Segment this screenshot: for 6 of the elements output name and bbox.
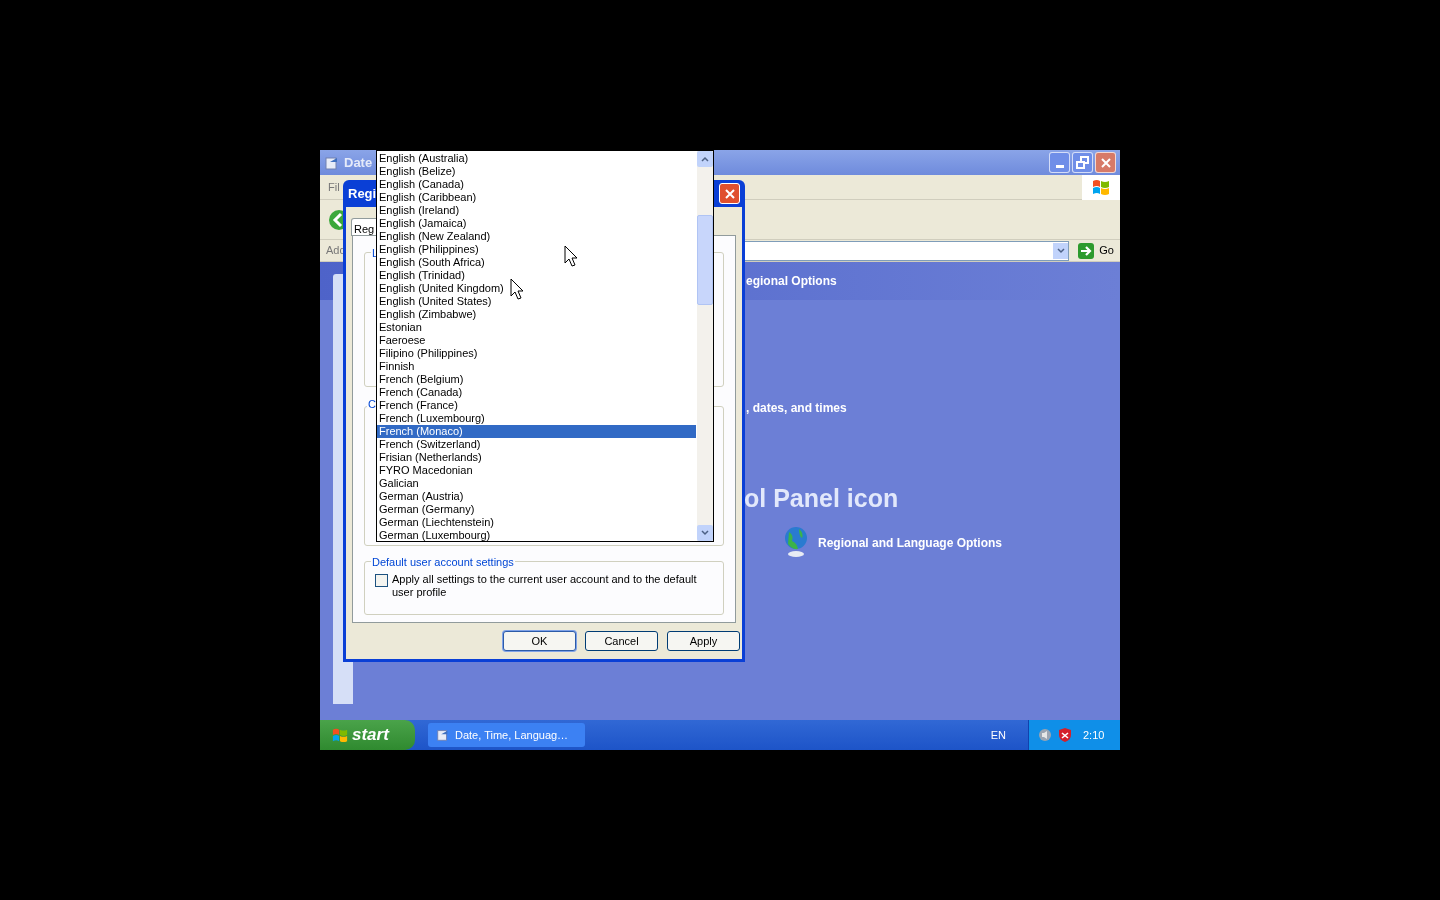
panel-header: egional Options <box>746 273 837 290</box>
clock: 2:10 <box>1083 727 1105 743</box>
section-heading: ol Panel icon <box>744 483 899 514</box>
window-title: Date <box>344 153 373 172</box>
dialog-title: Regi <box>348 184 377 203</box>
checkbox-label: Apply all settings to the current user account and to the default user profile <box>392 573 698 599</box>
